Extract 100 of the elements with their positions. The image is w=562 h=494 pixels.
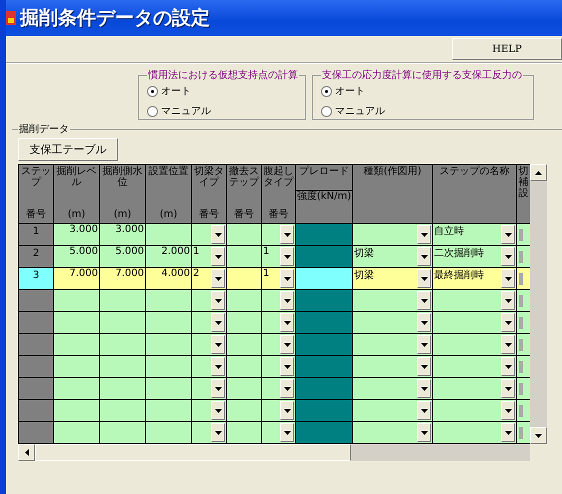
dropdown-button[interactable] [211,291,225,310]
down-triangle-icon [214,232,222,236]
dropdown-button[interactable] [211,313,225,332]
down-triangle-icon [284,254,290,258]
table-cell: 1 [263,268,270,279]
down-triangle-icon [284,320,290,324]
table-cell-text: 二次掘削時 [434,246,484,260]
radio-option[interactable]: オート [321,84,527,98]
dropdown-button[interactable] [501,247,515,266]
up-triangle-icon [535,170,542,174]
dropdown-button[interactable] [501,379,515,398]
down-triangle-icon [214,364,222,368]
dropdown-button[interactable] [211,269,225,288]
column-header-text: 番号 [25,209,47,220]
column-header-text: 強度(kN/m) [296,191,352,202]
dropdown-button[interactable] [417,379,431,398]
dropdown-button[interactable] [417,423,431,442]
down-triangle-icon [504,320,512,324]
dropdown-button[interactable] [211,247,225,266]
dropdown-button[interactable] [501,269,515,288]
dropdown-button[interactable] [280,423,294,442]
down-triangle-icon [504,386,512,390]
table-cell-text: 最終掘削時 [434,268,484,282]
table-cell: 7.000 [115,268,144,279]
dropdown-button[interactable] [211,357,225,376]
dropdown-button[interactable] [501,357,515,376]
down-triangle-icon [420,408,428,412]
radio-option[interactable]: マニュアル [321,104,527,118]
column-header-text: 番号 [233,209,255,220]
dropdown-button[interactable] [501,401,515,420]
down-triangle-icon [284,430,290,434]
table-cell: 2 [193,268,200,279]
dropdown-button[interactable] [211,401,225,420]
column-header-text: ステップ [20,166,52,188]
radio-option[interactable]: オート [147,84,299,98]
dropdown-button[interactable] [501,335,515,354]
dropdown-button[interactable] [417,269,431,288]
dropdown-button[interactable] [501,423,515,442]
column-header-text: 腹起しタイプ [262,166,295,188]
down-triangle-icon [214,342,222,346]
dropdown-button[interactable] [280,291,294,310]
dropdown-button[interactable] [280,313,294,332]
dropdown-button[interactable] [280,379,294,398]
column-header-text: 種類(作図用) [362,166,422,177]
down-triangle-icon [504,364,512,368]
down-triangle-icon [420,364,428,368]
dropdown-button[interactable] [417,357,431,376]
dropdown-button[interactable] [501,313,515,332]
dropdown-button[interactable] [280,335,294,354]
dropdown-button[interactable] [211,335,225,354]
down-triangle-icon [214,254,222,258]
dropdown-button[interactable] [501,291,515,310]
column-header-text: 切梁タイプ [193,166,225,188]
column-header-text: 番号 [198,209,220,220]
group-title: 慣用法における仮想支持点の計算 [147,68,299,82]
down-triangle-icon [214,298,222,302]
down-triangle-icon [504,430,512,434]
dropdown-button[interactable] [417,335,431,354]
dropdown-button[interactable] [211,225,225,244]
column-header-text: (m) [112,209,132,220]
dropdown-button[interactable] [417,291,431,310]
group-title: 支保工の応力度計算に使用する支保工反力の [321,68,523,82]
support-table-button[interactable]: 支保工テーブル [18,138,118,161]
dropdown-button[interactable] [280,357,294,376]
down-triangle-icon [420,276,428,280]
scroll-up-button[interactable] [530,164,547,181]
dropdown-button[interactable] [417,247,431,266]
dropdown-button[interactable] [211,423,225,442]
dropdown-button[interactable] [501,225,515,244]
column-header-text: 設置位置 [148,166,190,177]
dropdown-button[interactable] [417,401,431,420]
app-logo-icon [6,11,16,25]
help-button[interactable]: HELP [452,38,562,60]
dropdown-button[interactable] [417,225,431,244]
down-triangle-icon [504,408,512,412]
table-cell: 1 [263,246,270,257]
dropdown-button[interactable] [280,269,294,288]
dropdown-button[interactable] [211,379,225,398]
table-cell: 5.000 [115,246,144,257]
down-triangle-icon [504,342,512,346]
scroll-left-button[interactable] [18,444,35,461]
table-cell: 4.000 [161,268,190,279]
column-header-text: ステップの名称 [438,166,510,177]
dropdown-button[interactable] [417,313,431,332]
window-title: 掘削条件データの設定 [20,6,210,31]
column-header-text: 番号 [268,209,290,220]
dropdown-button[interactable] [280,401,294,420]
table-cell-text: 切梁 [354,268,374,282]
table-cell: 2 [32,248,40,259]
scrollbar-thumb[interactable] [35,444,351,461]
dropdown-button[interactable] [280,247,294,266]
down-triangle-icon [284,408,290,412]
down-triangle-icon [214,386,222,390]
radio-option[interactable]: マニュアル [147,104,299,118]
scroll-down-button[interactable] [530,427,547,444]
column-header-text: (m) [66,209,86,220]
table-cell: 5.000 [69,246,98,257]
down-triangle-icon [284,364,290,368]
dropdown-button[interactable] [280,225,294,244]
column-header-text: 切補設 [518,166,530,199]
